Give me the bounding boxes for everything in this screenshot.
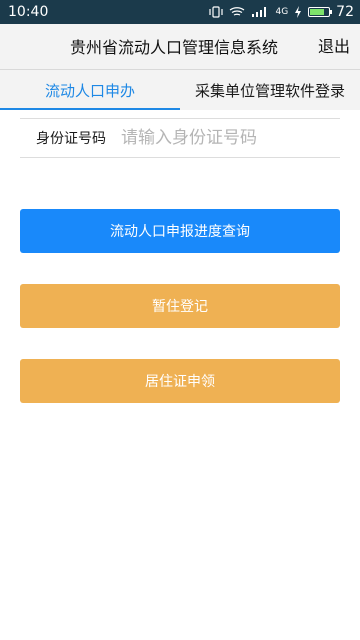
tab-collection-unit-login[interactable]: 采集单位管理软件登录 xyxy=(180,70,360,110)
residence-permit-button[interactable]: 居住证申领 xyxy=(20,359,340,403)
status-bar: 10:40 4G 72 xyxy=(0,0,360,24)
temporary-residence-button[interactable]: 暂住登记 xyxy=(20,284,340,328)
id-number-row: 身份证号码 xyxy=(20,118,340,158)
battery-icon xyxy=(308,7,333,17)
status-icons: 4G 72 xyxy=(209,4,354,20)
charging-icon xyxy=(294,6,302,18)
logout-button[interactable]: 退出 xyxy=(318,33,350,57)
progress-query-button[interactable]: 流动人口申报进度查询 xyxy=(20,209,340,253)
signal-icon xyxy=(251,6,269,18)
network-label: 4G xyxy=(275,7,289,17)
wifi-icon xyxy=(229,6,245,18)
id-number-input[interactable] xyxy=(121,120,340,156)
app-bar: 贵州省流动人口管理信息系统 退出 xyxy=(0,24,360,70)
battery-level: 72 xyxy=(336,4,354,20)
tab-bar: 流动人口申办 采集单位管理软件登录 xyxy=(0,70,360,110)
tab-floating-population[interactable]: 流动人口申办 xyxy=(0,70,180,110)
id-number-label: 身份证号码 xyxy=(36,131,106,147)
page-title: 贵州省流动人口管理信息系统 xyxy=(70,38,279,57)
active-tab-indicator xyxy=(0,108,180,110)
status-time: 10:40 xyxy=(8,4,49,20)
vibrate-icon xyxy=(209,6,224,18)
